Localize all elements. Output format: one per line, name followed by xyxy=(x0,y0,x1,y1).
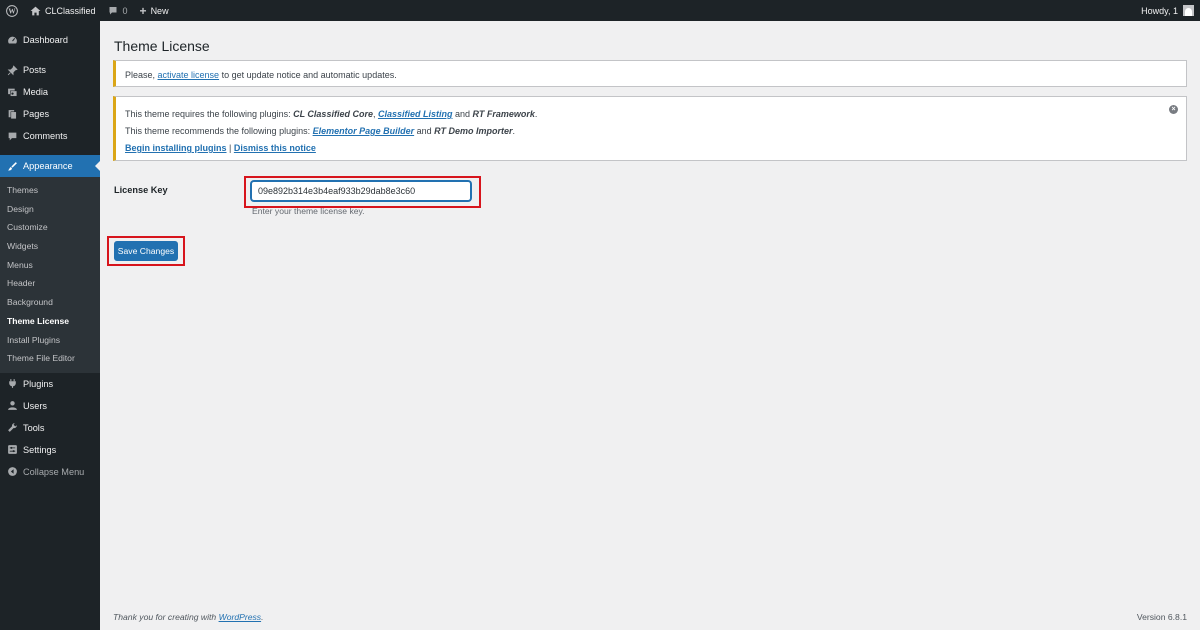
recommended-and: and xyxy=(414,126,435,136)
submenu-background[interactable]: Background xyxy=(0,293,100,312)
collapse-menu-button[interactable]: Collapse Menu xyxy=(0,461,100,483)
submenu-install-plugins[interactable]: Install Plugins xyxy=(0,331,100,350)
required-and: and xyxy=(452,109,473,119)
svg-text:W: W xyxy=(8,7,16,15)
menu-pages-label: Pages xyxy=(23,109,50,119)
recommended-plugins-line: This theme recommends the following plug… xyxy=(125,126,1186,143)
license-key-label: License Key xyxy=(114,185,168,195)
license-key-input[interactable] xyxy=(251,181,471,201)
brush-icon xyxy=(6,160,18,172)
plugin-icon xyxy=(6,378,18,390)
howdy-text: Howdy, 1 xyxy=(1141,5,1178,16)
footer-thanks-prefix: Thank you for creating with xyxy=(113,612,219,622)
menu-settings[interactable]: Settings xyxy=(0,439,100,461)
menu-dashboard[interactable]: Dashboard xyxy=(0,29,100,51)
elementor-link[interactable]: Elementor Page Builder xyxy=(313,126,415,136)
pin-icon xyxy=(6,64,18,76)
admin-bar: W CLClassified 0 + New Howdy, 1 xyxy=(0,0,1200,21)
menu-media[interactable]: Media xyxy=(0,81,100,103)
comments-count: 0 xyxy=(122,5,128,16)
menu-plugins[interactable]: Plugins xyxy=(0,373,100,395)
comment-bubble-icon xyxy=(108,6,118,16)
menu-media-label: Media xyxy=(23,87,49,97)
menu-users-label: Users xyxy=(23,400,47,411)
site-name-link[interactable]: CLClassified xyxy=(24,0,102,21)
comments-link[interactable]: 0 xyxy=(102,0,134,21)
appearance-submenu: Themes Design Customize Widgets Menus He… xyxy=(0,177,100,373)
home-icon xyxy=(30,6,41,16)
new-content-link[interactable]: + New xyxy=(134,0,175,21)
admin-sidebar: Dashboard Posts Media Pages Comments App… xyxy=(0,21,100,630)
license-notice-suffix: to get update notice and automatic updat… xyxy=(219,70,397,80)
actions-divider: | xyxy=(226,143,234,153)
menu-comments-label: Comments xyxy=(23,131,68,141)
required-plugins-line: This theme requires the following plugin… xyxy=(125,109,1186,126)
dashboard-icon xyxy=(6,34,18,46)
recommended-end: . xyxy=(512,126,516,136)
submenu-customize[interactable]: Customize xyxy=(0,218,100,237)
license-notice-prefix: Please, xyxy=(125,70,158,80)
menu-tools[interactable]: Tools xyxy=(0,417,100,439)
menu-pages[interactable]: Pages xyxy=(0,103,100,125)
page-title: Theme License xyxy=(114,38,210,54)
submenu-header[interactable]: Header xyxy=(0,274,100,293)
submenu-menus[interactable]: Menus xyxy=(0,256,100,275)
menu-comments[interactable]: Comments xyxy=(0,125,100,147)
plugins-notice: This theme requires the following plugin… xyxy=(113,96,1187,161)
submenu-theme-file-editor[interactable]: Theme File Editor xyxy=(0,349,100,368)
settings-icon xyxy=(6,444,18,456)
plus-icon: + xyxy=(139,3,147,18)
user-account-menu[interactable]: Howdy, 1 xyxy=(1141,5,1200,16)
submenu-themes[interactable]: Themes xyxy=(0,181,100,200)
wordpress-link[interactable]: WordPress xyxy=(219,612,262,622)
license-key-hint: Enter your theme license key. xyxy=(252,206,365,216)
pages-icon xyxy=(6,108,18,120)
activate-license-link[interactable]: activate license xyxy=(158,70,220,80)
plugin-rt-demo-importer: RT Demo Importer xyxy=(434,126,513,136)
plugin-cl-classified-core: CL Classified Core xyxy=(293,109,373,119)
menu-users[interactable]: Users xyxy=(0,395,100,417)
main-content: Theme License Please, activate license t… xyxy=(100,21,1200,630)
users-icon xyxy=(6,400,18,412)
wordpress-logo-icon[interactable]: W xyxy=(0,0,24,21)
submenu-widgets[interactable]: Widgets xyxy=(0,237,100,256)
collapse-arrow-icon xyxy=(6,466,18,478)
collapse-menu-label: Collapse Menu xyxy=(23,466,85,477)
avatar xyxy=(1183,5,1194,16)
classified-listing-link[interactable]: Classified Listing xyxy=(378,109,453,119)
footer-thanks-end: . xyxy=(261,612,264,622)
menu-plugins-label: Plugins xyxy=(23,378,54,389)
footer-version: Version 6.8.1 xyxy=(1136,612,1187,622)
begin-installing-link[interactable]: Begin installing plugins xyxy=(125,143,227,153)
new-label: New xyxy=(150,5,169,16)
plugin-rt-framework: RT Framework xyxy=(472,109,535,119)
comment-icon xyxy=(6,130,18,142)
required-prefix: This theme requires the following plugin… xyxy=(125,109,294,119)
menu-appearance[interactable]: Appearance xyxy=(0,155,100,177)
close-icon[interactable]: × xyxy=(1169,105,1178,114)
submenu-theme-license[interactable]: Theme License xyxy=(0,312,100,331)
footer-thanks: Thank you for creating with WordPress. xyxy=(113,612,263,622)
license-notice: Please, activate license to get update n… xyxy=(113,60,1187,87)
submenu-design[interactable]: Design xyxy=(0,200,100,219)
notice-actions: Begin installing plugins | Dismiss this … xyxy=(125,143,1186,160)
menu-appearance-label: Appearance xyxy=(23,161,73,171)
save-changes-button[interactable]: Save Changes xyxy=(114,241,178,261)
dismiss-notice-link[interactable]: Dismiss this notice xyxy=(234,143,316,153)
menu-posts-label: Posts xyxy=(23,65,46,75)
wrench-icon xyxy=(6,422,18,434)
required-end: . xyxy=(534,109,538,119)
site-name: CLClassified xyxy=(45,5,96,16)
media-icon xyxy=(6,86,18,98)
menu-dashboard-label: Dashboard xyxy=(23,35,68,45)
menu-posts[interactable]: Posts xyxy=(0,59,100,81)
recommended-prefix: This theme recommends the following plug… xyxy=(125,126,313,136)
menu-settings-label: Settings xyxy=(23,444,57,455)
menu-tools-label: Tools xyxy=(23,422,45,433)
